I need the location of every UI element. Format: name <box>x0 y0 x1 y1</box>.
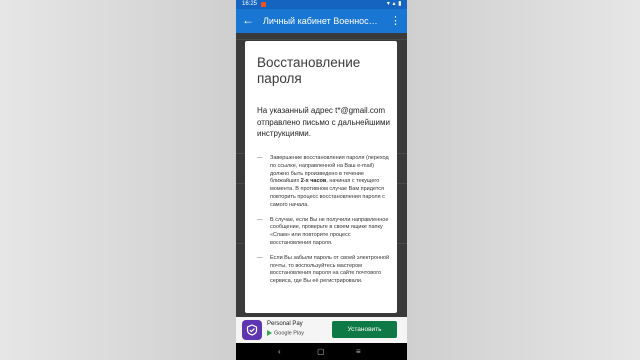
google-play-label: Google Play <box>267 330 304 336</box>
note-text: Если Вы забыли пароль от своей электронн… <box>270 254 390 285</box>
personal-pay-logo-icon <box>242 320 262 340</box>
note-dash: — <box>257 155 263 161</box>
system-nav-bar: ‹ ▢ ≡ <box>236 343 407 360</box>
note-dash: — <box>257 254 263 261</box>
note-item: — Завершение восстановления пароля (пере… <box>257 155 393 210</box>
note-emphasis: 2-х часов <box>300 178 327 185</box>
status-icons: ▾ ▴ ▮ <box>386 1 402 7</box>
note-item: — В случае, если Вы не получили направле… <box>257 217 393 248</box>
notification-icon <box>261 2 266 7</box>
nav-back-icon[interactable]: ‹ <box>278 343 281 360</box>
ad-banner[interactable]: Personal Pay Google Play Установить <box>236 317 407 343</box>
status-time: 16:25 <box>242 1 258 7</box>
blurred-background-left <box>0 0 236 360</box>
app-bar-title: Личный кабинет Военнослуж... <box>263 16 381 26</box>
install-button[interactable]: Установить <box>332 321 397 338</box>
nav-home-icon[interactable]: ▢ <box>317 343 325 360</box>
note-item: — Если Вы забыли пароль от своей электро… <box>257 255 393 286</box>
nav-recents-icon[interactable]: ≡ <box>356 343 361 360</box>
dialog-message: На указанный адрес t*@gmail.com отправле… <box>257 106 390 138</box>
blurred-background-right <box>407 0 640 360</box>
password-recovery-dialog: Восстановление пароля На указанный адрес… <box>245 41 397 313</box>
note-text: В случае, если Вы не получили направленн… <box>270 216 389 246</box>
app-bar: ← Личный кабинет Военнослуж... ⋮ <box>236 9 407 33</box>
dialog-title: Восстановление пароля <box>257 55 361 86</box>
notes-list: — Завершение восстановления пароля (пере… <box>257 155 393 293</box>
note-dash: — <box>257 216 263 223</box>
google-play-icon <box>267 330 272 336</box>
status-bar: 16:25 ▾ ▴ ▮ <box>236 0 407 9</box>
store-name: Google Play <box>274 330 304 337</box>
arrow-back-icon[interactable]: ← <box>242 12 254 28</box>
ad-app-name: Personal Pay <box>267 321 303 327</box>
more-vert-icon[interactable]: ⋮ <box>390 9 401 33</box>
divider <box>236 39 407 40</box>
shield-check-icon <box>246 324 258 336</box>
phone-screen: 16:25 ▾ ▴ ▮ ← Личный кабинет Военнослуж.… <box>236 0 407 360</box>
